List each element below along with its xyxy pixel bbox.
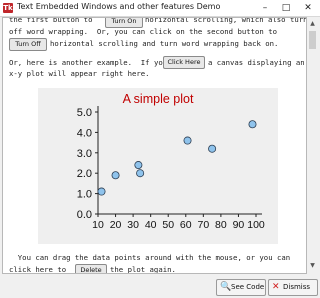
- see-code-button[interactable]: 🔍 See Code: [216, 279, 266, 296]
- x-tick-label: 60: [180, 219, 192, 231]
- red-x-icon: ✕: [272, 282, 280, 292]
- plot-title: A simple plot: [123, 92, 194, 106]
- text-line-7-start: click here to: [9, 265, 67, 274]
- y-tick-label: 5.0: [77, 107, 92, 119]
- x-tick-label: 100: [247, 219, 265, 231]
- text-widget[interactable]: the first button to Turn On horizontal s…: [2, 17, 307, 274]
- close-window-button[interactable]: ✕: [297, 0, 319, 16]
- x-tick-label: 30: [127, 219, 139, 231]
- data-point[interactable]: [208, 144, 217, 153]
- text-line-1-start: the first button to: [9, 17, 93, 24]
- vertical-scrollbar[interactable]: ▲ ▼: [307, 17, 318, 272]
- y-tick-label: 3.0: [77, 148, 92, 160]
- data-points[interactable]: [97, 120, 257, 196]
- y-axis-ticks: 0.0 1.0 2.0 3.0 4.0 5.0: [77, 107, 98, 221]
- scroll-down-arrow-icon[interactable]: ▼: [308, 261, 317, 270]
- x-tick-label: 90: [233, 219, 245, 231]
- click-here-button[interactable]: Click Here: [163, 56, 205, 69]
- dismiss-label: Dismiss: [283, 283, 311, 291]
- data-point[interactable]: [97, 187, 106, 196]
- data-point[interactable]: [111, 171, 120, 180]
- scroll-up-arrow-icon[interactable]: ▲: [308, 19, 317, 28]
- turn-off-button[interactable]: Turn Off: [9, 38, 47, 51]
- data-point[interactable]: [134, 161, 143, 170]
- window-title: Text Embedded Windows and other features…: [17, 2, 221, 11]
- data-point[interactable]: [136, 169, 145, 178]
- y-tick-label: 4.0: [77, 127, 92, 139]
- data-point[interactable]: [248, 120, 257, 129]
- title-bar[interactable]: Tk Text Embedded Windows and other featu…: [0, 0, 320, 17]
- x-tick-label: 10: [92, 219, 104, 231]
- text-line-7-end: the plot again.: [110, 265, 176, 274]
- text-line-4-end: a canvas displaying an: [208, 58, 305, 67]
- x-axis-ticks: 10 20 30 40 50 60 70 80 90 100: [92, 214, 265, 231]
- magnifier-icon: 🔍: [220, 282, 232, 292]
- plot-canvas[interactable]: A simple plot 0.0 1.0 2.0 3.0 4.0 5.0 10 20 30 4…: [38, 88, 278, 244]
- x-tick-label: 40: [145, 219, 157, 231]
- text-line-4: Or, here is another example. If you: [9, 58, 168, 67]
- x-tick-label: 50: [162, 219, 174, 231]
- minimize-button[interactable]: –: [254, 0, 276, 16]
- text-line-3: horizontal scrolling and turn word wrapp…: [50, 39, 279, 48]
- text-line-5: x-y plot will appear right here.: [9, 69, 150, 78]
- data-point[interactable]: [183, 136, 192, 145]
- scatter-plot[interactable]: A simple plot 0.0 1.0 2.0 3.0 4.0 5.0 10 20 30 4…: [38, 88, 278, 244]
- y-tick-label: 2.0: [77, 168, 92, 180]
- delete-button[interactable]: Delete: [75, 264, 107, 273]
- x-tick-label: 20: [110, 219, 122, 231]
- scrollbar-thumb[interactable]: [309, 31, 316, 49]
- plot-axes: [97, 106, 262, 215]
- text-line-2: off word wrapping. Or, you can click on …: [9, 27, 277, 36]
- text-line-6: You can drag the data points around with…: [9, 253, 291, 262]
- dismiss-button[interactable]: ✕ Dismiss: [268, 279, 318, 296]
- x-tick-label: 80: [215, 219, 227, 231]
- maximize-button[interactable]: □: [275, 0, 297, 16]
- y-tick-label: 0.0: [77, 209, 92, 221]
- tk-feather-icon: Tk: [3, 3, 13, 13]
- x-tick-label: 70: [197, 219, 209, 231]
- text-line-1-end: horizontal scrolling, which also turns: [145, 17, 307, 24]
- main-window: Tk Text Embedded Windows and other featu…: [0, 0, 320, 298]
- see-code-label: See Code: [231, 283, 265, 291]
- y-tick-label: 1.0: [77, 189, 92, 201]
